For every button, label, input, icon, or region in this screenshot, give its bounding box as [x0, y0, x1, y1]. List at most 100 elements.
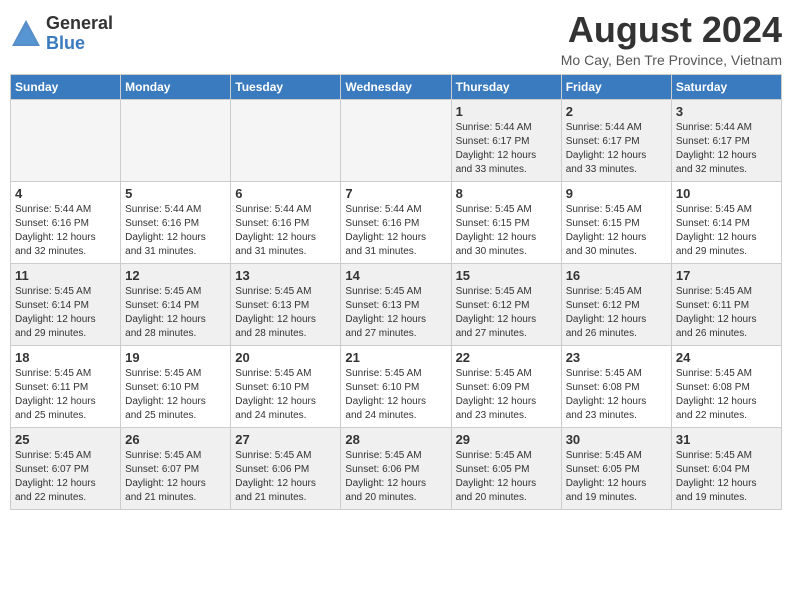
calendar-week-row: 25 Sunrise: 5:45 AM Sunset: 6:07 PM Dayli…: [11, 427, 782, 509]
calendar-cell: [11, 99, 121, 181]
day-number: 18: [15, 350, 116, 365]
calendar-cell: 31 Sunrise: 5:45 AM Sunset: 6:04 PM Dayli…: [671, 427, 781, 509]
logo-icon: [10, 18, 42, 50]
calendar-cell: 28Sunrise: 5:45 AM Sunset: 6:06 PM Dayli…: [341, 427, 451, 509]
calendar-cell: 23Sunrise: 5:45 AM Sunset: 6:08 PM Dayli…: [561, 345, 671, 427]
calendar-cell: 9Sunrise: 5:45 AM Sunset: 6:15 PM Daylig…: [561, 181, 671, 263]
day-info: Sunrise: 5:44 AM Sunset: 6:16 PM Dayligh…: [235, 204, 316, 257]
day-number: 21: [345, 350, 446, 365]
day-number: 6: [235, 186, 336, 201]
day-number: 26: [125, 432, 226, 447]
day-number: 15: [456, 268, 557, 283]
day-header-sunday: Sunday: [11, 74, 121, 99]
day-info: Sunrise: 5:44 AM Sunset: 6:17 PM Dayligh…: [456, 122, 537, 175]
calendar-cell: 17 Sunrise: 5:45 AM Sunset: 6:11 PM Dayli…: [671, 263, 781, 345]
day-info: Sunrise: 5:44 AM Sunset: 6:16 PM Dayligh…: [15, 204, 96, 257]
day-number: 30: [566, 432, 667, 447]
calendar-cell: 24 Sunrise: 5:45 AM Sunset: 6:08 PM Dayli…: [671, 345, 781, 427]
calendar-week-row: 18 Sunrise: 5:45 AM Sunset: 6:11 PM Dayli…: [11, 345, 782, 427]
calendar-table: SundayMondayTuesdayWednesdayThursdayFrid…: [10, 74, 782, 510]
calendar-cell: 15Sunrise: 5:45 AM Sunset: 6:12 PM Dayli…: [451, 263, 561, 345]
calendar-week-row: 11 Sunrise: 5:45 AM Sunset: 6:14 PM Dayli…: [11, 263, 782, 345]
day-info: Sunrise: 5:45 AM Sunset: 6:05 PM Dayligh…: [566, 450, 647, 503]
logo-blue-text: Blue: [46, 34, 113, 54]
calendar-cell: 8 Sunrise: 5:45 AM Sunset: 6:15 PM Daylig…: [451, 181, 561, 263]
calendar-cell: 6 Sunrise: 5:44 AM Sunset: 6:16 PM Daylig…: [231, 181, 341, 263]
day-number: 10: [676, 186, 777, 201]
day-number: 11: [15, 268, 116, 283]
calendar-cell: 18 Sunrise: 5:45 AM Sunset: 6:11 PM Dayli…: [11, 345, 121, 427]
day-number: 25: [15, 432, 116, 447]
calendar-cell: 7 Sunrise: 5:44 AM Sunset: 6:16 PM Daylig…: [341, 181, 451, 263]
calendar-cell: 20 Sunrise: 5:45 AM Sunset: 6:10 PM Dayli…: [231, 345, 341, 427]
calendar-cell: 26 Sunrise: 5:45 AM Sunset: 6:07 PM Dayli…: [121, 427, 231, 509]
day-number: 5: [125, 186, 226, 201]
logo-general-text: General: [46, 14, 113, 34]
logo-text: General Blue: [46, 14, 113, 54]
calendar-cell: [121, 99, 231, 181]
day-number: 14: [345, 268, 446, 283]
day-number: 3: [676, 104, 777, 119]
day-header-thursday: Thursday: [451, 74, 561, 99]
day-number: 12: [125, 268, 226, 283]
day-number: 20: [235, 350, 336, 365]
calendar-cell: 14 Sunrise: 5:45 AM Sunset: 6:13 PM Dayli…: [341, 263, 451, 345]
day-number: 27: [235, 432, 336, 447]
calendar-cell: 12 Sunrise: 5:45 AM Sunset: 6:14 PM Dayli…: [121, 263, 231, 345]
calendar-cell: 27 Sunrise: 5:45 AM Sunset: 6:06 PM Dayli…: [231, 427, 341, 509]
calendar-header-row: SundayMondayTuesdayWednesdayThursdayFrid…: [11, 74, 782, 99]
day-info: Sunrise: 5:45 AM Sunset: 6:07 PM Dayligh…: [15, 450, 96, 503]
day-info: Sunrise: 5:45 AM Sunset: 6:13 PM Dayligh…: [235, 286, 316, 339]
day-number: 31: [676, 432, 777, 447]
calendar-cell: 19Sunrise: 5:45 AM Sunset: 6:10 PM Dayli…: [121, 345, 231, 427]
day-info: Sunrise: 5:44 AM Sunset: 6:16 PM Dayligh…: [345, 204, 426, 257]
day-number: 24: [676, 350, 777, 365]
calendar-cell: 30 Sunrise: 5:45 AM Sunset: 6:05 PM Dayli…: [561, 427, 671, 509]
day-number: 19: [125, 350, 226, 365]
calendar-week-row: 4 Sunrise: 5:44 AM Sunset: 6:16 PM Daylig…: [11, 181, 782, 263]
day-info: Sunrise: 5:44 AM Sunset: 6:17 PM Dayligh…: [566, 122, 647, 175]
day-info: Sunrise: 5:45 AM Sunset: 6:07 PM Dayligh…: [125, 450, 206, 503]
location-title: Mo Cay, Ben Tre Province, Vietnam: [561, 52, 782, 68]
day-info: Sunrise: 5:45 AM Sunset: 6:04 PM Dayligh…: [676, 450, 757, 503]
calendar-cell: 3 Sunrise: 5:44 AM Sunset: 6:17 PM Daylig…: [671, 99, 781, 181]
day-number: 16: [566, 268, 667, 283]
day-number: 8: [456, 186, 557, 201]
day-number: 17: [676, 268, 777, 283]
day-info: Sunrise: 5:45 AM Sunset: 6:10 PM Dayligh…: [345, 368, 426, 421]
title-area: August 2024 Mo Cay, Ben Tre Province, Vi…: [561, 10, 782, 68]
day-number: 7: [345, 186, 446, 201]
day-info: Sunrise: 5:45 AM Sunset: 6:15 PM Dayligh…: [566, 204, 647, 257]
day-header-saturday: Saturday: [671, 74, 781, 99]
calendar-cell: 1 Sunrise: 5:44 AM Sunset: 6:17 PM Daylig…: [451, 99, 561, 181]
calendar-cell: 13Sunrise: 5:45 AM Sunset: 6:13 PM Dayli…: [231, 263, 341, 345]
page-header: General Blue August 2024 Mo Cay, Ben Tre…: [10, 10, 782, 68]
day-number: 4: [15, 186, 116, 201]
day-number: 29: [456, 432, 557, 447]
day-info: Sunrise: 5:44 AM Sunset: 6:16 PM Dayligh…: [125, 204, 206, 257]
day-number: 22: [456, 350, 557, 365]
day-info: Sunrise: 5:45 AM Sunset: 6:11 PM Dayligh…: [676, 286, 757, 339]
day-info: Sunrise: 5:45 AM Sunset: 6:14 PM Dayligh…: [125, 286, 206, 339]
day-info: Sunrise: 5:45 AM Sunset: 6:11 PM Dayligh…: [15, 368, 96, 421]
day-info: Sunrise: 5:45 AM Sunset: 6:06 PM Dayligh…: [235, 450, 316, 503]
day-info: Sunrise: 5:45 AM Sunset: 6:08 PM Dayligh…: [566, 368, 647, 421]
day-info: Sunrise: 5:45 AM Sunset: 6:08 PM Dayligh…: [676, 368, 757, 421]
day-info: Sunrise: 5:45 AM Sunset: 6:14 PM Dayligh…: [15, 286, 96, 339]
day-info: Sunrise: 5:45 AM Sunset: 6:13 PM Dayligh…: [345, 286, 426, 339]
calendar-week-row: 1 Sunrise: 5:44 AM Sunset: 6:17 PM Daylig…: [11, 99, 782, 181]
day-info: Sunrise: 5:44 AM Sunset: 6:17 PM Dayligh…: [676, 122, 757, 175]
calendar-cell: 29 Sunrise: 5:45 AM Sunset: 6:05 PM Dayli…: [451, 427, 561, 509]
day-info: Sunrise: 5:45 AM Sunset: 6:09 PM Dayligh…: [456, 368, 537, 421]
day-info: Sunrise: 5:45 AM Sunset: 6:06 PM Dayligh…: [345, 450, 426, 503]
calendar-cell: 2 Sunrise: 5:44 AM Sunset: 6:17 PM Daylig…: [561, 99, 671, 181]
day-number: 1: [456, 104, 557, 119]
calendar-cell: 22 Sunrise: 5:45 AM Sunset: 6:09 PM Dayli…: [451, 345, 561, 427]
day-header-wednesday: Wednesday: [341, 74, 451, 99]
day-info: Sunrise: 5:45 AM Sunset: 6:10 PM Dayligh…: [235, 368, 316, 421]
calendar-cell: 5 Sunrise: 5:44 AM Sunset: 6:16 PM Daylig…: [121, 181, 231, 263]
month-title: August 2024: [561, 10, 782, 50]
day-number: 2: [566, 104, 667, 119]
day-info: Sunrise: 5:45 AM Sunset: 6:15 PM Dayligh…: [456, 204, 537, 257]
day-info: Sunrise: 5:45 AM Sunset: 6:05 PM Dayligh…: [456, 450, 537, 503]
